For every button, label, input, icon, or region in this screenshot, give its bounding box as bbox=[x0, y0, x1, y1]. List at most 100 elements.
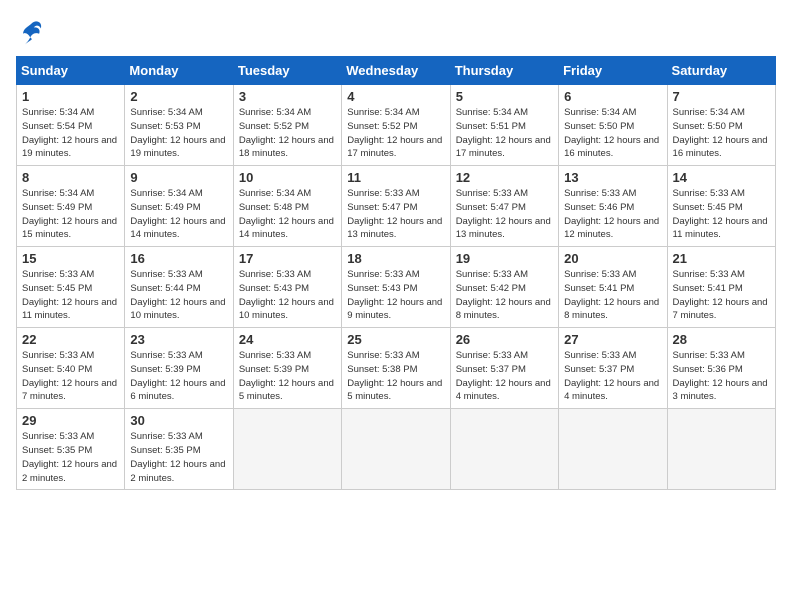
day-number: 13 bbox=[564, 170, 661, 185]
day-number: 4 bbox=[347, 89, 444, 104]
day-info: Sunrise: 5:33 AMSunset: 5:41 PMDaylight:… bbox=[564, 268, 661, 323]
day-number: 21 bbox=[673, 251, 770, 266]
day-info: Sunrise: 5:34 AMSunset: 5:49 PMDaylight:… bbox=[130, 187, 227, 242]
day-header: Sunday bbox=[17, 57, 125, 85]
day-header: Monday bbox=[125, 57, 233, 85]
day-number: 23 bbox=[130, 332, 227, 347]
day-info: Sunrise: 5:33 AMSunset: 5:47 PMDaylight:… bbox=[456, 187, 553, 242]
day-info: Sunrise: 5:33 AMSunset: 5:45 PMDaylight:… bbox=[673, 187, 770, 242]
day-info: Sunrise: 5:33 AMSunset: 5:35 PMDaylight:… bbox=[22, 430, 119, 485]
calendar-cell bbox=[233, 409, 341, 490]
day-info: Sunrise: 5:33 AMSunset: 5:41 PMDaylight:… bbox=[673, 268, 770, 323]
day-info: Sunrise: 5:33 AMSunset: 5:37 PMDaylight:… bbox=[564, 349, 661, 404]
calendar-cell: 1 Sunrise: 5:34 AMSunset: 5:54 PMDayligh… bbox=[17, 85, 125, 166]
day-info: Sunrise: 5:34 AMSunset: 5:54 PMDaylight:… bbox=[22, 106, 119, 161]
day-number: 29 bbox=[22, 413, 119, 428]
day-info: Sunrise: 5:33 AMSunset: 5:44 PMDaylight:… bbox=[130, 268, 227, 323]
calendar-header: SundayMondayTuesdayWednesdayThursdayFrid… bbox=[17, 57, 776, 85]
calendar-cell: 18 Sunrise: 5:33 AMSunset: 5:43 PMDaylig… bbox=[342, 247, 450, 328]
day-info: Sunrise: 5:33 AMSunset: 5:37 PMDaylight:… bbox=[456, 349, 553, 404]
day-info: Sunrise: 5:33 AMSunset: 5:47 PMDaylight:… bbox=[347, 187, 444, 242]
day-info: Sunrise: 5:34 AMSunset: 5:48 PMDaylight:… bbox=[239, 187, 336, 242]
calendar-cell: 13 Sunrise: 5:33 AMSunset: 5:46 PMDaylig… bbox=[559, 166, 667, 247]
calendar-cell: 30 Sunrise: 5:33 AMSunset: 5:35 PMDaylig… bbox=[125, 409, 233, 490]
calendar-cell: 11 Sunrise: 5:33 AMSunset: 5:47 PMDaylig… bbox=[342, 166, 450, 247]
day-info: Sunrise: 5:34 AMSunset: 5:50 PMDaylight:… bbox=[673, 106, 770, 161]
day-info: Sunrise: 5:33 AMSunset: 5:46 PMDaylight:… bbox=[564, 187, 661, 242]
day-number: 7 bbox=[673, 89, 770, 104]
day-number: 26 bbox=[456, 332, 553, 347]
calendar-cell: 3 Sunrise: 5:34 AMSunset: 5:52 PMDayligh… bbox=[233, 85, 341, 166]
day-number: 8 bbox=[22, 170, 119, 185]
calendar-cell: 2 Sunrise: 5:34 AMSunset: 5:53 PMDayligh… bbox=[125, 85, 233, 166]
day-info: Sunrise: 5:34 AMSunset: 5:49 PMDaylight:… bbox=[22, 187, 119, 242]
calendar-week: 29 Sunrise: 5:33 AMSunset: 5:35 PMDaylig… bbox=[17, 409, 776, 490]
calendar-cell: 29 Sunrise: 5:33 AMSunset: 5:35 PMDaylig… bbox=[17, 409, 125, 490]
calendar-cell: 5 Sunrise: 5:34 AMSunset: 5:51 PMDayligh… bbox=[450, 85, 558, 166]
day-number: 6 bbox=[564, 89, 661, 104]
day-number: 3 bbox=[239, 89, 336, 104]
day-number: 27 bbox=[564, 332, 661, 347]
day-info: Sunrise: 5:33 AMSunset: 5:39 PMDaylight:… bbox=[130, 349, 227, 404]
calendar-week: 1 Sunrise: 5:34 AMSunset: 5:54 PMDayligh… bbox=[17, 85, 776, 166]
day-number: 24 bbox=[239, 332, 336, 347]
calendar-cell: 8 Sunrise: 5:34 AMSunset: 5:49 PMDayligh… bbox=[17, 166, 125, 247]
calendar-cell: 27 Sunrise: 5:33 AMSunset: 5:37 PMDaylig… bbox=[559, 328, 667, 409]
day-info: Sunrise: 5:34 AMSunset: 5:52 PMDaylight:… bbox=[347, 106, 444, 161]
day-number: 22 bbox=[22, 332, 119, 347]
day-number: 15 bbox=[22, 251, 119, 266]
calendar-cell bbox=[559, 409, 667, 490]
calendar-cell: 16 Sunrise: 5:33 AMSunset: 5:44 PMDaylig… bbox=[125, 247, 233, 328]
day-info: Sunrise: 5:33 AMSunset: 5:45 PMDaylight:… bbox=[22, 268, 119, 323]
calendar-week: 22 Sunrise: 5:33 AMSunset: 5:40 PMDaylig… bbox=[17, 328, 776, 409]
day-number: 1 bbox=[22, 89, 119, 104]
calendar-cell: 17 Sunrise: 5:33 AMSunset: 5:43 PMDaylig… bbox=[233, 247, 341, 328]
day-header: Saturday bbox=[667, 57, 775, 85]
calendar-cell bbox=[667, 409, 775, 490]
calendar-week: 15 Sunrise: 5:33 AMSunset: 5:45 PMDaylig… bbox=[17, 247, 776, 328]
day-info: Sunrise: 5:33 AMSunset: 5:38 PMDaylight:… bbox=[347, 349, 444, 404]
day-info: Sunrise: 5:34 AMSunset: 5:52 PMDaylight:… bbox=[239, 106, 336, 161]
calendar-cell: 20 Sunrise: 5:33 AMSunset: 5:41 PMDaylig… bbox=[559, 247, 667, 328]
calendar-cell: 6 Sunrise: 5:34 AMSunset: 5:50 PMDayligh… bbox=[559, 85, 667, 166]
day-header: Friday bbox=[559, 57, 667, 85]
calendar-cell: 7 Sunrise: 5:34 AMSunset: 5:50 PMDayligh… bbox=[667, 85, 775, 166]
logo bbox=[16, 16, 52, 48]
day-info: Sunrise: 5:33 AMSunset: 5:43 PMDaylight:… bbox=[347, 268, 444, 323]
day-number: 17 bbox=[239, 251, 336, 266]
calendar-cell: 22 Sunrise: 5:33 AMSunset: 5:40 PMDaylig… bbox=[17, 328, 125, 409]
calendar-cell: 14 Sunrise: 5:33 AMSunset: 5:45 PMDaylig… bbox=[667, 166, 775, 247]
calendar-body: 1 Sunrise: 5:34 AMSunset: 5:54 PMDayligh… bbox=[17, 85, 776, 490]
day-number: 12 bbox=[456, 170, 553, 185]
day-info: Sunrise: 5:34 AMSunset: 5:51 PMDaylight:… bbox=[456, 106, 553, 161]
day-number: 14 bbox=[673, 170, 770, 185]
day-number: 5 bbox=[456, 89, 553, 104]
day-number: 20 bbox=[564, 251, 661, 266]
calendar-cell: 19 Sunrise: 5:33 AMSunset: 5:42 PMDaylig… bbox=[450, 247, 558, 328]
day-header: Wednesday bbox=[342, 57, 450, 85]
calendar-cell: 4 Sunrise: 5:34 AMSunset: 5:52 PMDayligh… bbox=[342, 85, 450, 166]
calendar-cell bbox=[450, 409, 558, 490]
day-header: Thursday bbox=[450, 57, 558, 85]
day-info: Sunrise: 5:33 AMSunset: 5:42 PMDaylight:… bbox=[456, 268, 553, 323]
day-number: 19 bbox=[456, 251, 553, 266]
calendar-cell: 12 Sunrise: 5:33 AMSunset: 5:47 PMDaylig… bbox=[450, 166, 558, 247]
day-number: 30 bbox=[130, 413, 227, 428]
day-info: Sunrise: 5:34 AMSunset: 5:53 PMDaylight:… bbox=[130, 106, 227, 161]
calendar-cell: 15 Sunrise: 5:33 AMSunset: 5:45 PMDaylig… bbox=[17, 247, 125, 328]
calendar-cell bbox=[342, 409, 450, 490]
day-number: 16 bbox=[130, 251, 227, 266]
day-number: 11 bbox=[347, 170, 444, 185]
day-number: 9 bbox=[130, 170, 227, 185]
day-header: Tuesday bbox=[233, 57, 341, 85]
calendar-cell: 23 Sunrise: 5:33 AMSunset: 5:39 PMDaylig… bbox=[125, 328, 233, 409]
day-info: Sunrise: 5:33 AMSunset: 5:39 PMDaylight:… bbox=[239, 349, 336, 404]
calendar-cell: 10 Sunrise: 5:34 AMSunset: 5:48 PMDaylig… bbox=[233, 166, 341, 247]
logo-icon bbox=[16, 16, 48, 48]
day-number: 10 bbox=[239, 170, 336, 185]
day-info: Sunrise: 5:33 AMSunset: 5:35 PMDaylight:… bbox=[130, 430, 227, 485]
day-info: Sunrise: 5:34 AMSunset: 5:50 PMDaylight:… bbox=[564, 106, 661, 161]
day-info: Sunrise: 5:33 AMSunset: 5:36 PMDaylight:… bbox=[673, 349, 770, 404]
calendar-cell: 28 Sunrise: 5:33 AMSunset: 5:36 PMDaylig… bbox=[667, 328, 775, 409]
day-number: 2 bbox=[130, 89, 227, 104]
